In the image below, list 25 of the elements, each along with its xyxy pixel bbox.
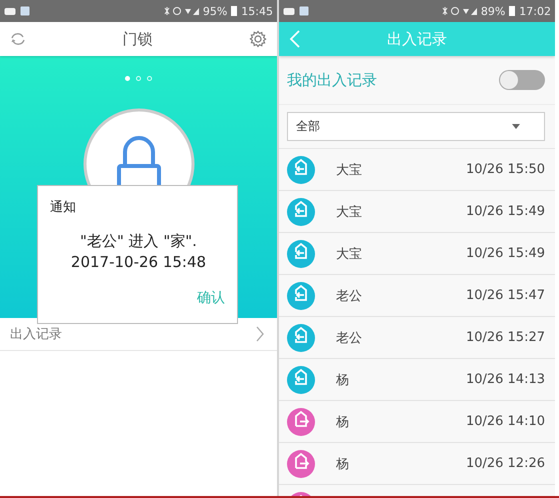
screen-title: 出入记录 bbox=[386, 30, 448, 48]
clock: 15:45 bbox=[241, 4, 273, 18]
screen-title: 门锁 bbox=[122, 30, 152, 48]
status-icons-drawing bbox=[440, 6, 477, 16]
refresh-icon[interactable] bbox=[10, 31, 26, 47]
battery-level: 89% bbox=[480, 4, 506, 18]
clock: 17:02 bbox=[519, 4, 551, 18]
dialog-title: 通知 bbox=[50, 199, 77, 216]
notification-icon bbox=[20, 6, 30, 16]
back-icon[interactable] bbox=[289, 29, 301, 49]
chevron-right-icon bbox=[255, 326, 265, 342]
status-icons-drawing bbox=[162, 6, 199, 16]
toggle-switch[interactable] bbox=[499, 70, 545, 90]
battery-icon bbox=[231, 6, 238, 16]
dialog-message: "老公" 进入 "家". bbox=[79, 232, 198, 251]
message-icon bbox=[283, 6, 295, 16]
notification-icon bbox=[299, 6, 309, 16]
settings-icon[interactable] bbox=[249, 30, 267, 48]
dialog-time: 2017-10-26 15:48 bbox=[70, 253, 208, 271]
battery-level: 95% bbox=[202, 4, 228, 18]
filter-dropdown[interactable]: 全部 bbox=[287, 112, 545, 141]
dropdown-caret-icon bbox=[512, 124, 520, 129]
toggle-label: 我的出入记录 bbox=[287, 70, 377, 90]
message-icon bbox=[4, 6, 16, 16]
battery-icon bbox=[509, 6, 516, 16]
